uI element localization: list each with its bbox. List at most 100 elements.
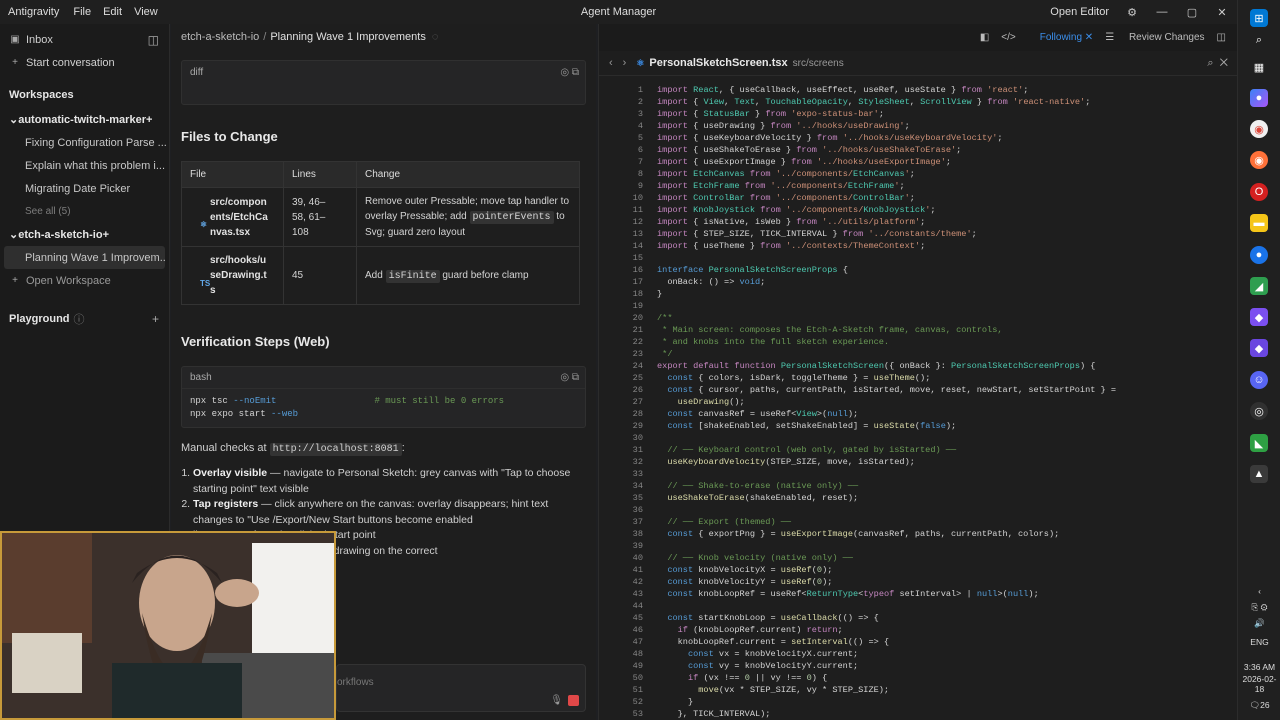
editor-tab[interactable]: ‹ › ⚛ PersonalSketchScreen.tsx src/scree…	[599, 51, 1238, 76]
close-icon[interactable]: ✕	[1207, 0, 1237, 24]
add-playground-icon[interactable]: +	[152, 312, 159, 326]
code-line[interactable]: 20 /**	[599, 312, 1238, 324]
code-line[interactable]: 52 }	[599, 696, 1238, 708]
layout-icon[interactable]: ◧	[980, 32, 989, 43]
opera-icon[interactable]: O	[1250, 183, 1268, 201]
chrome-icon[interactable]: ◉	[1250, 120, 1268, 138]
minimize-icon[interactable]: —	[1147, 0, 1177, 24]
code-line[interactable]: 40 // ── Knob velocity (native only) ──	[599, 552, 1238, 564]
code-line[interactable]: 15	[599, 252, 1238, 264]
split-panel-icon[interactable]: ◫	[1217, 32, 1226, 43]
playground-heading[interactable]: Playground ⓘ +	[0, 306, 169, 332]
comment-icon[interactable]: ◎	[560, 372, 569, 383]
code-line[interactable]: 49 const vy = knobVelocityY.current;	[599, 660, 1238, 672]
stop-button[interactable]	[568, 695, 579, 706]
microphone-icon[interactable]: 🎙	[550, 695, 563, 706]
code-line[interactable]: 7 import { useExportImage } from '../hook…	[599, 156, 1238, 168]
code-line[interactable]: 19	[599, 300, 1238, 312]
code-line[interactable]: 39	[599, 540, 1238, 552]
comment-icon[interactable]: ◎	[560, 67, 569, 78]
code-line[interactable]: 32 useKeyboardVelocity(STEP_SIZE, move, …	[599, 456, 1238, 468]
open-workspace-item[interactable]: + Open Workspace	[0, 269, 169, 292]
code-view[interactable]: 1 import React, { useCallback, useEffect,…	[599, 84, 1238, 720]
antigravity-icon[interactable]: ▲	[1250, 465, 1268, 483]
start-conversation-item[interactable]: + Start conversation	[0, 51, 169, 74]
code-line[interactable]: 1 import React, { useCallback, useEffect,…	[599, 84, 1238, 96]
conversation-item[interactable]: Explain what this problem i...	[0, 154, 169, 177]
code-line[interactable]: 37 // ── Export (themed) ──	[599, 516, 1238, 528]
code-line[interactable]: 6 import { useShakeToErase } from '../hoo…	[599, 144, 1238, 156]
see-all-link[interactable]: See all (5)	[0, 200, 169, 223]
code-line[interactable]: 45 const startKnobLoop = useCallback(() …	[599, 612, 1238, 624]
code-line[interactable]: 12 import { isNative, isWeb } from '../ut…	[599, 216, 1238, 228]
volume-icon[interactable]: 🔊	[1238, 618, 1280, 629]
tray-icon[interactable]: ⎘ ⚙	[1238, 602, 1280, 613]
code-line[interactable]: 9 import EtchFrame from '../components/Et…	[599, 180, 1238, 192]
discord-icon[interactable]: ☺	[1250, 371, 1268, 389]
add-conversation-icon[interactable]: +	[146, 114, 152, 126]
code-line[interactable]: 41 const knobVelocityX = useRef(0);	[599, 564, 1238, 576]
workspace-automatic-twitch-marker[interactable]: ⌄ automatic-twitch-marker +	[0, 108, 169, 131]
app-icon[interactable]: ◣	[1250, 434, 1268, 452]
file-explorer-icon[interactable]: ▬	[1250, 214, 1268, 232]
code-line[interactable]: 48 const vx = knobVelocityX.current;	[599, 648, 1238, 660]
copilot-icon[interactable]: ●	[1250, 89, 1268, 107]
show-hidden-icons-icon[interactable]: ‹	[1238, 586, 1280, 596]
file-cell[interactable]: TS src/hooks/u seDrawing.t s	[181, 246, 284, 305]
obs-icon[interactable]: ◎	[1250, 402, 1268, 420]
code-line[interactable]: 51 move(vx * STEP_SIZE, vy * STEP_SIZE);	[599, 684, 1238, 696]
workspace-etch-a-sketch-io[interactable]: ⌄ etch-a-sketch-io +	[0, 223, 169, 246]
menu-edit[interactable]: Edit	[97, 6, 128, 18]
review-changes-button[interactable]: ☰ Review Changes	[1105, 32, 1204, 43]
code-line[interactable]: 29 const [shakeEnabled, setShakeEnabled]…	[599, 420, 1238, 432]
message-input[interactable]: orkflows 🎙	[336, 664, 586, 712]
code-line[interactable]: 5 import { useKeyboardVelocity } from '..…	[599, 132, 1238, 144]
settings-gear-icon[interactable]: ⚙	[1117, 0, 1147, 24]
code-line[interactable]: 30	[599, 432, 1238, 444]
code-line[interactable]: 23 */	[599, 348, 1238, 360]
add-conversation-icon[interactable]: +	[103, 229, 109, 241]
copy-icon[interactable]: ⧉	[572, 67, 579, 78]
code-icon[interactable]: </>	[1001, 32, 1015, 43]
code-line[interactable]: 46 if (knobLoopRef.current) return;	[599, 624, 1238, 636]
notification-badge[interactable]: 🗨26	[1238, 700, 1280, 711]
clock-time[interactable]: 3:36 AM	[1238, 662, 1280, 672]
app-icon[interactable]: ◢	[1250, 277, 1268, 295]
conversation-item-active[interactable]: Planning Wave 1 Improvem... ◌	[4, 246, 165, 269]
code-line[interactable]: 8 import EtchCanvas from '../components/E…	[599, 168, 1238, 180]
menu-file[interactable]: File	[67, 6, 97, 18]
search-icon[interactable]: ⌕	[1207, 57, 1213, 69]
language-indicator[interactable]: ENG	[1238, 637, 1280, 647]
code-line[interactable]: 10 import ControlBar from '../components/…	[599, 192, 1238, 204]
task-view-icon[interactable]: ▦	[1250, 58, 1268, 76]
code-line[interactable]: 44	[599, 600, 1238, 612]
code-line[interactable]: 42 const knobVelocityY = useRef(0);	[599, 576, 1238, 588]
code-line[interactable]: 16 interface PersonalSketchScreenProps {	[599, 264, 1238, 276]
code-line[interactable]: 34 // ── Shake-to-erase (native only) ──	[599, 480, 1238, 492]
copy-icon[interactable]: ⧉	[572, 372, 579, 383]
maximize-icon[interactable]: ▢	[1177, 0, 1207, 24]
code-line[interactable]: 2 import { View, Text, TouchableOpacity, …	[599, 96, 1238, 108]
code-line[interactable]: 38 const { exportPng } = useExportImage(…	[599, 528, 1238, 540]
clock-date[interactable]: 2026-02-18	[1238, 674, 1280, 694]
localhost-url[interactable]: http://localhost:8081	[269, 443, 402, 456]
file-cell[interactable]: ⚛ src/compon ents/EtchCa nvas.tsx	[181, 187, 284, 247]
maps-icon[interactable]: ●	[1250, 246, 1268, 264]
code-line[interactable]: 26 const { cursor, paths, currentPath, i…	[599, 384, 1238, 396]
app-icon[interactable]: ◆	[1250, 308, 1268, 326]
code-line[interactable]: 25 const { colors, isDark, toggleTheme }…	[599, 372, 1238, 384]
forward-chevron-icon[interactable]: ›	[623, 57, 627, 69]
code-line[interactable]: 36	[599, 504, 1238, 516]
conversation-item[interactable]: Migrating Date Picker	[0, 177, 169, 200]
toggle-panel-icon[interactable]: ◫	[148, 33, 159, 47]
code-line[interactable]: 22 * and knobs into the full sketch expe…	[599, 336, 1238, 348]
back-chevron-icon[interactable]: ‹	[609, 57, 613, 69]
code-line[interactable]: 47 knobLoopRef.current = setInterval(() …	[599, 636, 1238, 648]
search-icon[interactable]: ⌕	[1250, 31, 1268, 49]
code-line[interactable]: 35 useShakeToErase(shakeEnabled, reset);	[599, 492, 1238, 504]
code-line[interactable]: 11 import KnobJoystick from '../component…	[599, 204, 1238, 216]
inbox-item[interactable]: ▣ Inbox ◫	[0, 28, 169, 51]
breadcrumb-workspace[interactable]: etch-a-sketch-io	[181, 31, 259, 43]
firefox-icon[interactable]: ◉	[1250, 151, 1268, 169]
menu-view[interactable]: View	[128, 6, 164, 18]
